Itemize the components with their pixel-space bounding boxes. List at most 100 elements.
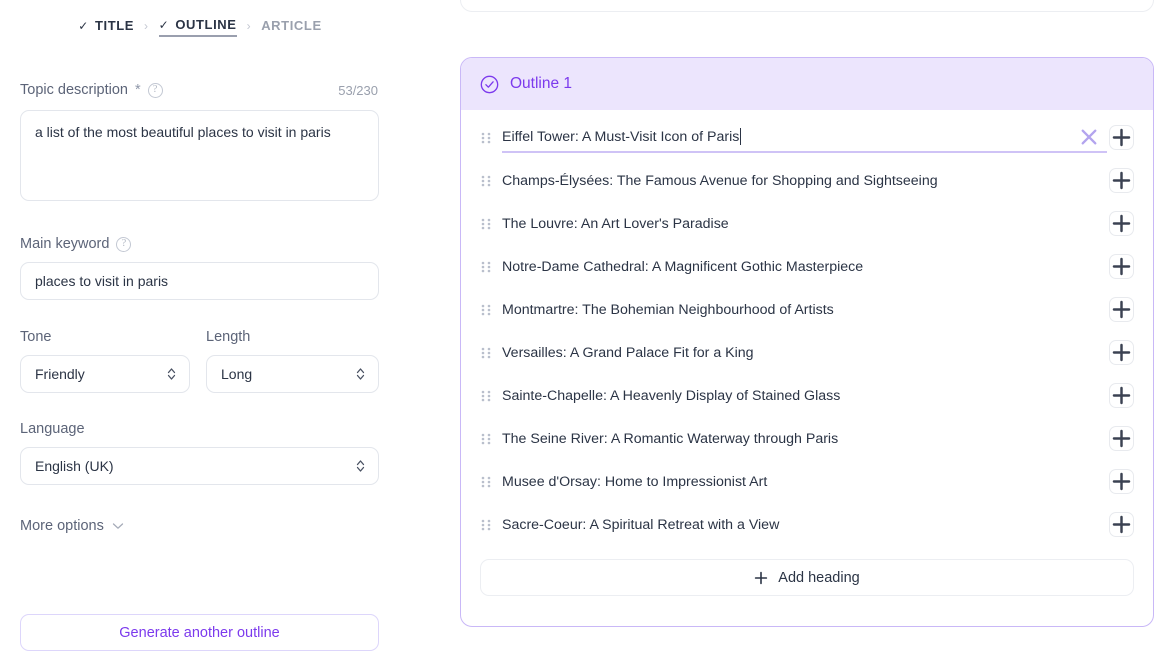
close-icon [1081,129,1097,144]
tone-label: Tone [20,329,51,345]
heading-text[interactable]: Sacre-Coeur: A Spiritual Retreat with a … [502,517,1109,533]
plus-icon [755,571,768,584]
table-row[interactable]: The Louvre: An Art Lover's Paradise [461,202,1153,245]
table-row[interactable]: Champs-Élysées: The Famous Avenue for Sh… [461,159,1153,202]
plus-icon [1112,386,1131,405]
drag-handle-icon[interactable] [479,259,493,275]
add-heading-below-button[interactable] [1109,426,1134,451]
length-label: Length [206,329,250,345]
length-select[interactable]: Long [206,355,379,393]
language-label: Language [20,421,85,437]
language-select[interactable]: English (UK) [20,447,379,485]
plus-icon [1112,257,1131,276]
topic-description-label-text: Topic description [20,82,128,98]
help-icon[interactable]: ? [147,82,163,98]
plus-icon [1112,515,1131,534]
outline-generator-page: ✓ TITLE › ✓ OUTLINE › ARTICLE Topic desc… [0,0,1174,670]
table-row[interactable]: Sainte-Chapelle: A Heavenly Display of S… [461,374,1153,417]
table-row[interactable]: Musee d'Orsay: Home to Impressionist Art [461,460,1153,503]
add-heading-below-button[interactable] [1109,211,1134,236]
required-marker: * [135,82,141,98]
plus-icon [1112,472,1131,491]
tone-select-value: Friendly [35,366,85,382]
plus-icon [1112,128,1131,147]
add-heading-label: Add heading [778,569,860,586]
outline-title: Outline 1 [510,75,573,92]
add-heading-below-button[interactable] [1109,125,1134,150]
outline-results-panel: Outline 1 Eiffel Tower: A Must-Visit Ico… [440,0,1174,670]
heading-text[interactable]: Musee d'Orsay: Home to Impressionist Art [502,474,1109,490]
generate-another-outline-button[interactable]: Generate another outline [20,614,379,651]
main-keyword-label: Main keyword ? [20,236,132,252]
drag-handle-icon[interactable] [479,474,493,490]
drag-handle-icon[interactable] [479,431,493,447]
outline-card-header[interactable]: Outline 1 [461,58,1153,110]
breadcrumb-step-outline[interactable]: ✓ OUTLINE [158,17,237,37]
main-keyword-input[interactable] [20,262,379,300]
add-heading-below-button[interactable] [1109,512,1134,537]
heading-text[interactable]: Montmartre: The Bohemian Neighbourhood o… [502,302,1109,318]
drag-handle-icon[interactable] [479,345,493,361]
heading-text[interactable]: The Seine River: A Romantic Waterway thr… [502,431,1109,447]
length-label-text: Length [206,329,251,345]
add-heading-below-button[interactable] [1109,383,1134,408]
heading-text[interactable]: Sainte-Chapelle: A Heavenly Display of S… [502,388,1109,404]
plus-icon [1112,343,1131,362]
plus-icon [1112,171,1131,190]
outline-heading-list: Champs-Élysées: The Famous Avenue for Sh… [461,110,1153,596]
plus-icon [1112,300,1131,319]
drag-handle-icon[interactable] [479,517,493,533]
chevron-right-icon: › [246,18,252,33]
add-heading-below-button[interactable] [1109,168,1134,193]
heading-text[interactable]: Notre-Dame Cathedral: A Magnificent Goth… [502,259,1109,275]
drag-handle-icon[interactable] [479,173,493,189]
heading-text[interactable]: The Louvre: An Art Lover's Paradise [502,216,1109,232]
language-label-text: Language [20,421,85,437]
outline-card: Outline 1 Eiffel Tower: A Must-Visit Ico… [460,57,1154,627]
chevron-updown-icon [356,460,365,472]
table-row[interactable]: Sacre-Coeur: A Spiritual Retreat with a … [461,503,1153,546]
breadcrumb-step-article[interactable]: ARTICLE [261,18,322,36]
plus-icon [1112,429,1131,448]
add-heading-below-button[interactable] [1109,469,1134,494]
breadcrumb-step-title[interactable]: ✓ TITLE [78,18,134,36]
table-row[interactable]: Versailles: A Grand Palace Fit for a Kin… [461,331,1153,374]
drag-handle-icon[interactable] [479,216,493,232]
help-icon[interactable]: ? [116,236,132,252]
drag-handle-icon[interactable] [479,302,493,318]
chevron-updown-icon [167,368,176,380]
heading-text[interactable]: Versailles: A Grand Palace Fit for a Kin… [502,345,1109,361]
heading-input-wrapper [502,123,1107,153]
add-heading-below-button[interactable] [1109,254,1134,279]
breadcrumb: ✓ TITLE › ✓ OUTLINE › ARTICLE [0,17,400,37]
heading-text[interactable]: Champs-Élysées: The Famous Avenue for Sh… [502,173,1109,189]
heading-input[interactable] [502,128,741,145]
language-select-value: English (UK) [35,458,114,474]
table-row[interactable]: The Seine River: A Romantic Waterway thr… [461,417,1153,460]
plus-icon [1112,214,1131,233]
drag-handle-icon[interactable] [479,130,493,146]
table-row[interactable]: Notre-Dame Cathedral: A Magnificent Goth… [461,245,1153,288]
table-row[interactable] [461,116,1153,159]
more-options-label: More options [20,518,104,534]
chevron-down-icon [112,523,123,529]
more-options-toggle[interactable]: More options [20,518,124,534]
add-heading-button[interactable]: Add heading [480,559,1134,596]
tone-select[interactable]: Friendly [20,355,190,393]
chevron-updown-icon [356,368,365,380]
check-icon: ✓ [78,18,89,33]
check-icon: ✓ [158,17,170,32]
tone-label-text: Tone [20,329,52,345]
check-circle-icon [480,75,499,93]
add-heading-below-button[interactable] [1109,297,1134,322]
drag-handle-icon[interactable] [479,388,493,404]
breadcrumb-step-article-label: ARTICLE [261,18,322,33]
add-heading-below-button[interactable] [1109,340,1134,365]
topic-description-input[interactable] [20,110,379,201]
clear-icon[interactable] [1078,126,1100,148]
chevron-right-icon: › [144,18,149,33]
breadcrumb-step-title-label: TITLE [94,18,135,33]
table-row[interactable]: Montmartre: The Bohemian Neighbourhood o… [461,288,1153,331]
previous-outline-card-partial[interactable] [460,0,1154,12]
breadcrumb-step-outline-label: OUTLINE [175,17,237,32]
